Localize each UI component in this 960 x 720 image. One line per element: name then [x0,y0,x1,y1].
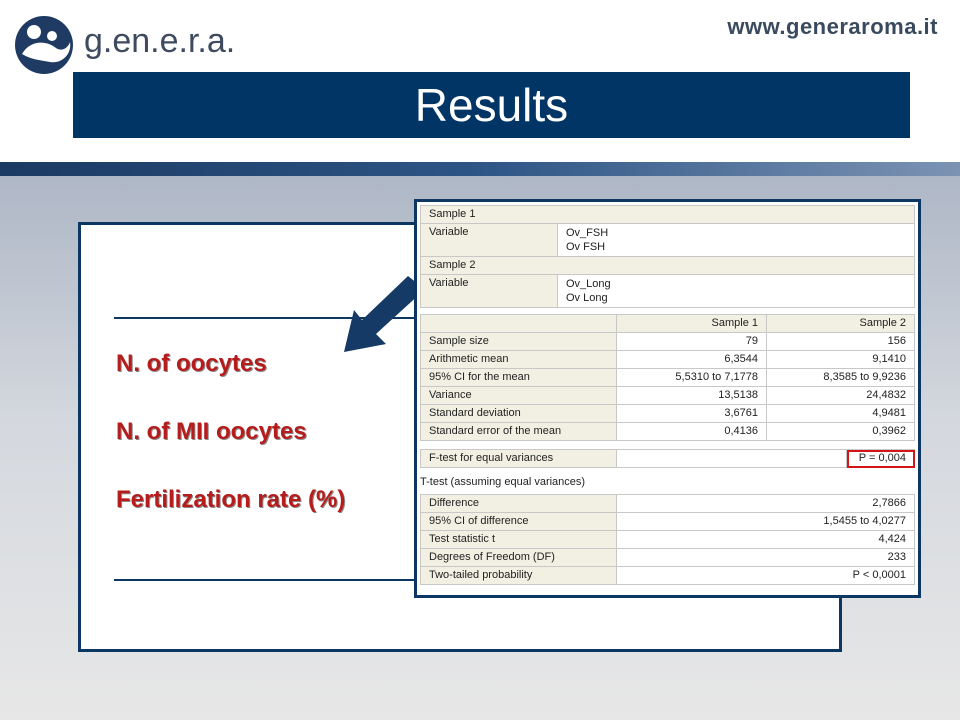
row-label: Standard error of the mean [420,422,617,441]
ttest-title: T-test (assuming equal variances) [420,476,586,488]
outcomes-list: N. of oocytes N. of MII oocytes Fertiliz… [116,350,345,554]
row-value-sample1: 6,3544 [616,350,767,369]
row-label: Difference [420,494,617,513]
table-row: 95% CI of difference 1,5455 to 4,0277 [420,512,915,531]
sample2-variable-label: Variable [420,274,558,308]
descriptive-stats-table: Sample 1 Sample 2 Sample size 79 156 Ari… [420,314,915,441]
sample1-header: Sample 1 [420,205,915,224]
table-row: Two-tailed probability P < 0,0001 [420,566,915,585]
stats-header-blank [420,314,617,333]
row-label: Two-tailed probability [420,566,617,585]
row-value-sample1: 79 [616,332,767,351]
outcome-mii-oocytes: N. of MII oocytes [116,418,307,445]
pointer-arrow-icon [344,276,422,352]
row-label: 95% CI of difference [420,512,617,531]
table-row: Variance 13,5138 24,4832 [420,386,915,405]
sample1-variable-value: Ov_FSH Ov FSH [557,223,915,257]
table-row: Test statistic t 4,424 [420,530,915,549]
ftest-blank [616,449,847,468]
slide-header: g.en.e.r.a. www.generaroma.it Results [0,0,960,162]
statistics-table-panel: Sample 1 Variable Ov_FSH Ov FSH Sample 2… [414,199,921,598]
sample2-variable-code: Ov_Long [566,278,611,290]
row-value-sample2: 9,1410 [766,350,915,369]
row-value-sample1: 3,6761 [616,404,767,423]
ftest-pvalue: P = 0,004 [846,449,915,468]
table-row: Standard error of the mean 0,4136 0,3962 [420,422,915,441]
sample2-variable-name: Ov Long [566,292,608,304]
row-label: Arithmetic mean [420,350,617,369]
row-value-sample2: 24,4832 [766,386,915,405]
col-header-sample2: Sample 2 [766,314,915,333]
website-url[interactable]: www.generaroma.it [727,14,938,40]
row-value-sample2: 4,9481 [766,404,915,423]
col-header-sample1: Sample 1 [616,314,767,333]
sample-info-table: Sample 1 Variable Ov_FSH Ov FSH Sample 2… [420,205,915,308]
table-row: Difference 2,7866 [420,494,915,513]
outcomes-bottom-rule [114,579,426,581]
table-row: Degrees of Freedom (DF) 233 [420,548,915,567]
row-value: 2,7866 [616,494,915,513]
header-divider-band [0,162,960,176]
row-value: 4,424 [616,530,915,549]
row-label: Variance [420,386,617,405]
row-value-sample1: 5,5310 to 7,1778 [616,368,767,387]
page-title: Results [73,72,910,138]
table-row: Standard deviation 3,6761 4,9481 [420,404,915,423]
table-spacer [420,441,915,449]
ttest-table: Difference 2,7866 95% CI of difference 1… [420,494,915,585]
sample2-variable-value: Ov_Long Ov Long [557,274,915,308]
row-value: P < 0,0001 [616,566,915,585]
row-value-sample2: 0,3962 [766,422,915,441]
table-row: Arithmetic mean 6,3544 9,1410 [420,350,915,369]
row-value-sample2: 8,3585 to 9,9236 [766,368,915,387]
row-label: Test statistic t [420,530,617,549]
row-label: 95% CI for the mean [420,368,617,387]
sample1-variable-code: Ov_FSH [566,227,609,239]
row-value-sample1: 0,4136 [616,422,767,441]
row-value: 1,5455 to 4,0277 [616,512,915,531]
row-value-sample2: 156 [766,332,915,351]
table-row: 95% CI for the mean 5,5310 to 7,1778 8,3… [420,368,915,387]
ftest-label: F-test for equal variances [420,449,617,468]
row-label: Degrees of Freedom (DF) [420,548,617,567]
sample2-header: Sample 2 [420,256,915,275]
brand-name: g.en.e.r.a. [84,22,236,60]
table-row: Sample size 79 156 [420,332,915,351]
outcome-oocytes: N. of oocytes [116,350,267,377]
ftest-table: F-test for equal variances P = 0,004 [420,449,915,468]
row-label: Standard deviation [420,404,617,423]
outcome-fertilization-rate: Fertilization rate (%) [116,486,346,513]
row-value-sample1: 13,5138 [616,386,767,405]
row-value: 233 [616,548,915,567]
sample1-variable-label: Variable [420,223,558,257]
sample1-variable-name: Ov FSH [566,241,606,253]
row-label: Sample size [420,332,617,351]
genera-logo-icon [15,16,73,74]
